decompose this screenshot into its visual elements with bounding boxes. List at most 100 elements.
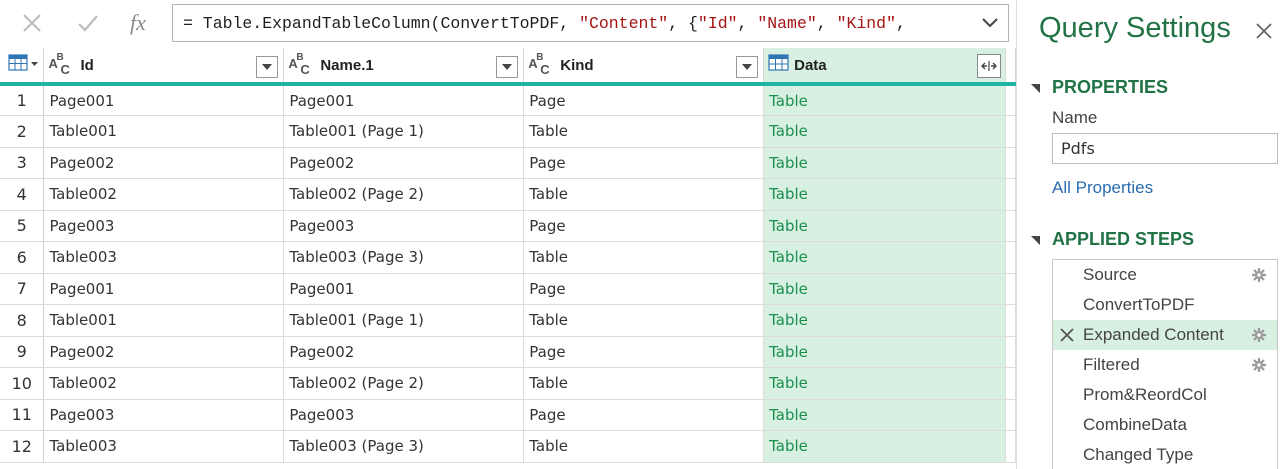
- cell-data-table-link[interactable]: Table: [763, 367, 1006, 400]
- filter-dropdown-icon[interactable]: [736, 56, 759, 78]
- applied-steps-section-header[interactable]: APPLIED STEPS: [1031, 229, 1194, 250]
- cell-id[interactable]: Page003: [43, 399, 285, 431]
- applied-step[interactable]: Filtered: [1053, 350, 1277, 380]
- cell-name[interactable]: Table002 (Page 2): [283, 367, 525, 400]
- table-row[interactable]: 7 Page001 Page001 Page Table: [0, 273, 1016, 305]
- row-number[interactable]: 6: [0, 241, 45, 274]
- collapse-triangle-icon[interactable]: [1031, 84, 1040, 93]
- column-header-name[interactable]: ABC Name.1: [283, 48, 525, 86]
- cell-name[interactable]: Page001: [283, 84, 525, 116]
- cell-id[interactable]: Page001: [43, 273, 285, 305]
- cell-name[interactable]: Page002: [283, 147, 525, 179]
- cell-id[interactable]: Table001: [43, 304, 285, 337]
- cell-kind[interactable]: Page: [523, 210, 765, 242]
- delete-step-icon[interactable]: [1059, 327, 1075, 348]
- cell-partial[interactable]: [1005, 115, 1016, 148]
- row-number[interactable]: 1: [0, 84, 45, 116]
- applied-step[interactable]: Prom&ReordCol: [1053, 380, 1277, 410]
- cell-partial[interactable]: [1005, 399, 1016, 431]
- text-type-icon[interactable]: ABC: [288, 52, 316, 77]
- row-number[interactable]: 4: [0, 178, 45, 211]
- filter-dropdown-icon[interactable]: [256, 56, 279, 78]
- cell-data-table-link[interactable]: Table: [763, 399, 1006, 431]
- close-icon[interactable]: [1253, 20, 1275, 42]
- cell-data-table-link[interactable]: Table: [763, 273, 1006, 305]
- applied-step[interactable]: Expanded Content: [1053, 320, 1277, 350]
- confirm-icon[interactable]: [68, 6, 108, 40]
- cell-kind[interactable]: Page: [523, 84, 765, 116]
- cell-name[interactable]: Page001: [283, 273, 525, 305]
- column-header-id[interactable]: ABC Id: [43, 48, 285, 86]
- cell-kind[interactable]: Page: [523, 336, 765, 368]
- gear-icon[interactable]: [1251, 357, 1267, 378]
- cell-kind[interactable]: Page: [523, 147, 765, 179]
- cell-kind[interactable]: Table: [523, 178, 765, 211]
- table-row[interactable]: 6 Table003 Table003 (Page 3) Table Table: [0, 241, 1016, 274]
- cell-name[interactable]: Page003: [283, 399, 525, 431]
- chevron-down-icon[interactable]: [972, 5, 1008, 41]
- fx-icon[interactable]: fx: [118, 6, 158, 40]
- cell-data-table-link[interactable]: Table: [763, 147, 1006, 179]
- row-number[interactable]: 5: [0, 210, 45, 242]
- cell-name[interactable]: Table003 (Page 3): [283, 430, 525, 463]
- cell-id[interactable]: Table002: [43, 367, 285, 400]
- gear-icon[interactable]: [1251, 267, 1267, 288]
- cell-partial[interactable]: [1005, 336, 1016, 368]
- cell-kind[interactable]: Table: [523, 241, 765, 274]
- table-type-icon[interactable]: [768, 54, 790, 76]
- cell-data-table-link[interactable]: Table: [763, 304, 1006, 337]
- cell-name[interactable]: Table003 (Page 3): [283, 241, 525, 274]
- applied-step[interactable]: Source: [1053, 260, 1277, 290]
- cell-partial[interactable]: [1005, 273, 1016, 305]
- cell-data-table-link[interactable]: Table: [763, 115, 1006, 148]
- cell-name[interactable]: Table001 (Page 1): [283, 115, 525, 148]
- cell-name[interactable]: Page002: [283, 336, 525, 368]
- query-name-input[interactable]: [1052, 133, 1278, 164]
- cell-id[interactable]: Table002: [43, 178, 285, 211]
- filter-dropdown-icon[interactable]: [496, 56, 519, 78]
- table-row[interactable]: 9 Page002 Page002 Page Table: [0, 336, 1016, 368]
- cell-data-table-link[interactable]: Table: [763, 178, 1006, 211]
- cell-partial[interactable]: [1005, 367, 1016, 400]
- table-menu-header[interactable]: [0, 48, 45, 86]
- row-number[interactable]: 2: [0, 115, 45, 148]
- formula-input[interactable]: = Table.ExpandTableColumn(ConvertToPDF, …: [172, 4, 1009, 42]
- column-header-data[interactable]: Data: [763, 48, 1006, 86]
- cell-partial[interactable]: [1005, 304, 1016, 337]
- cell-partial[interactable]: [1005, 430, 1016, 463]
- applied-step[interactable]: Changed Type: [1053, 440, 1277, 469]
- table-row[interactable]: 8 Table001 Table001 (Page 1) Table Table: [0, 304, 1016, 337]
- table-menu-icon[interactable]: [8, 53, 40, 77]
- table-row[interactable]: 5 Page003 Page003 Page Table: [0, 210, 1016, 242]
- column-header-kind[interactable]: ABC Kind: [523, 48, 765, 86]
- cell-partial[interactable]: [1005, 178, 1016, 211]
- row-number[interactable]: 3: [0, 147, 45, 179]
- table-row[interactable]: 10 Table002 Table002 (Page 2) Table Table: [0, 367, 1016, 400]
- applied-step[interactable]: ConvertToPDF: [1053, 290, 1277, 320]
- cell-id[interactable]: Table001: [43, 115, 285, 148]
- table-row[interactable]: 12 Table003 Table003 (Page 3) Table Table: [0, 430, 1016, 463]
- cancel-icon[interactable]: [12, 6, 52, 40]
- table-row[interactable]: 11 Page003 Page003 Page Table: [0, 399, 1016, 431]
- cell-partial[interactable]: [1005, 147, 1016, 179]
- cell-data-table-link[interactable]: Table: [763, 84, 1006, 116]
- table-row[interactable]: 2 Table001 Table001 (Page 1) Table Table: [0, 115, 1016, 148]
- cell-name[interactable]: Page003: [283, 210, 525, 242]
- cell-kind[interactable]: Page: [523, 399, 765, 431]
- gear-icon[interactable]: [1251, 327, 1267, 348]
- cell-kind[interactable]: Table: [523, 304, 765, 337]
- cell-data-table-link[interactable]: Table: [763, 210, 1006, 242]
- table-row[interactable]: 3 Page002 Page002 Page Table: [0, 147, 1016, 179]
- cell-id[interactable]: Page002: [43, 336, 285, 368]
- cell-data-table-link[interactable]: Table: [763, 430, 1006, 463]
- cell-partial[interactable]: [1005, 210, 1016, 242]
- cell-name[interactable]: Table001 (Page 1): [283, 304, 525, 337]
- cell-partial[interactable]: [1005, 241, 1016, 274]
- row-number[interactable]: 8: [0, 304, 45, 337]
- cell-partial[interactable]: [1005, 84, 1016, 116]
- collapse-triangle-icon[interactable]: [1031, 236, 1040, 245]
- properties-section-header[interactable]: PROPERTIES: [1031, 77, 1168, 98]
- text-type-icon[interactable]: ABC: [528, 52, 556, 77]
- cell-kind[interactable]: Page: [523, 273, 765, 305]
- cell-data-table-link[interactable]: Table: [763, 336, 1006, 368]
